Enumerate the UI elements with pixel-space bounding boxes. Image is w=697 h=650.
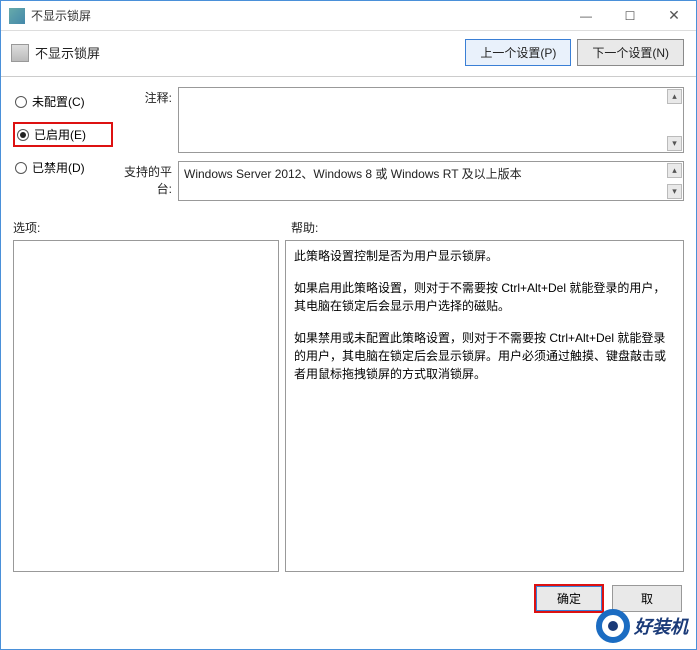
- help-text: 如果禁用或未配置此策略设置，则对于不需要按 Ctrl+Alt+Del 就能登录的…: [294, 329, 675, 383]
- ok-button[interactable]: 确定: [534, 584, 604, 613]
- radio-icon: [15, 162, 27, 174]
- maximize-button[interactable]: ☐: [608, 1, 652, 30]
- scroll-up-icon[interactable]: ▴: [667, 163, 682, 178]
- header: 不显示锁屏 上一个设置(P) 下一个设置(N): [1, 31, 696, 77]
- platforms-label: 支持的平台:: [113, 161, 178, 201]
- radio-label: 已启用(E): [34, 126, 86, 143]
- window-title: 不显示锁屏: [31, 7, 564, 24]
- scroll-down-icon[interactable]: ▾: [667, 136, 682, 151]
- config-area: 未配置(C) 已启用(E) 已禁用(D) 注释: ▴ ▾ 支持的平台: Wind…: [1, 77, 696, 209]
- radio-group: 未配置(C) 已启用(E) 已禁用(D): [13, 87, 113, 209]
- footer: 确定 取: [1, 572, 696, 625]
- platforms-box: Windows Server 2012、Windows 8 或 Windows …: [178, 161, 684, 201]
- radio-label: 未配置(C): [32, 93, 85, 110]
- comment-textarea[interactable]: ▴ ▾: [178, 87, 684, 153]
- prev-setting-button[interactable]: 上一个设置(P): [465, 39, 571, 66]
- comment-label: 注释:: [113, 87, 178, 153]
- radio-label: 已禁用(D): [32, 159, 85, 176]
- radio-disabled[interactable]: 已禁用(D): [13, 157, 113, 178]
- help-text: 如果启用此策略设置，则对于不需要按 Ctrl+Alt+Del 就能登录的用户，其…: [294, 279, 675, 315]
- next-setting-button[interactable]: 下一个设置(N): [577, 39, 684, 66]
- radio-enabled[interactable]: 已启用(E): [13, 122, 113, 147]
- radio-icon: [17, 129, 29, 141]
- policy-icon: [11, 44, 29, 62]
- help-label: 帮助:: [291, 219, 318, 236]
- options-pane: [13, 240, 279, 572]
- close-button[interactable]: ✕: [652, 1, 696, 30]
- help-pane: 此策略设置控制是否为用户显示锁屏。 如果启用此策略设置，则对于不需要按 Ctrl…: [285, 240, 684, 572]
- scroll-up-icon[interactable]: ▴: [667, 89, 682, 104]
- options-label: 选项:: [13, 219, 291, 236]
- cancel-button[interactable]: 取: [612, 585, 682, 612]
- minimize-button[interactable]: —: [564, 1, 608, 30]
- titlebar: 不显示锁屏 — ☐ ✕: [1, 1, 696, 31]
- policy-title: 不显示锁屏: [35, 43, 459, 62]
- help-text: 此策略设置控制是否为用户显示锁屏。: [294, 247, 675, 265]
- platforms-text: Windows Server 2012、Windows 8 或 Windows …: [184, 167, 522, 181]
- app-icon: [9, 8, 25, 24]
- scroll-down-icon[interactable]: ▾: [667, 184, 682, 199]
- radio-icon: [15, 96, 27, 108]
- radio-not-configured[interactable]: 未配置(C): [13, 91, 113, 112]
